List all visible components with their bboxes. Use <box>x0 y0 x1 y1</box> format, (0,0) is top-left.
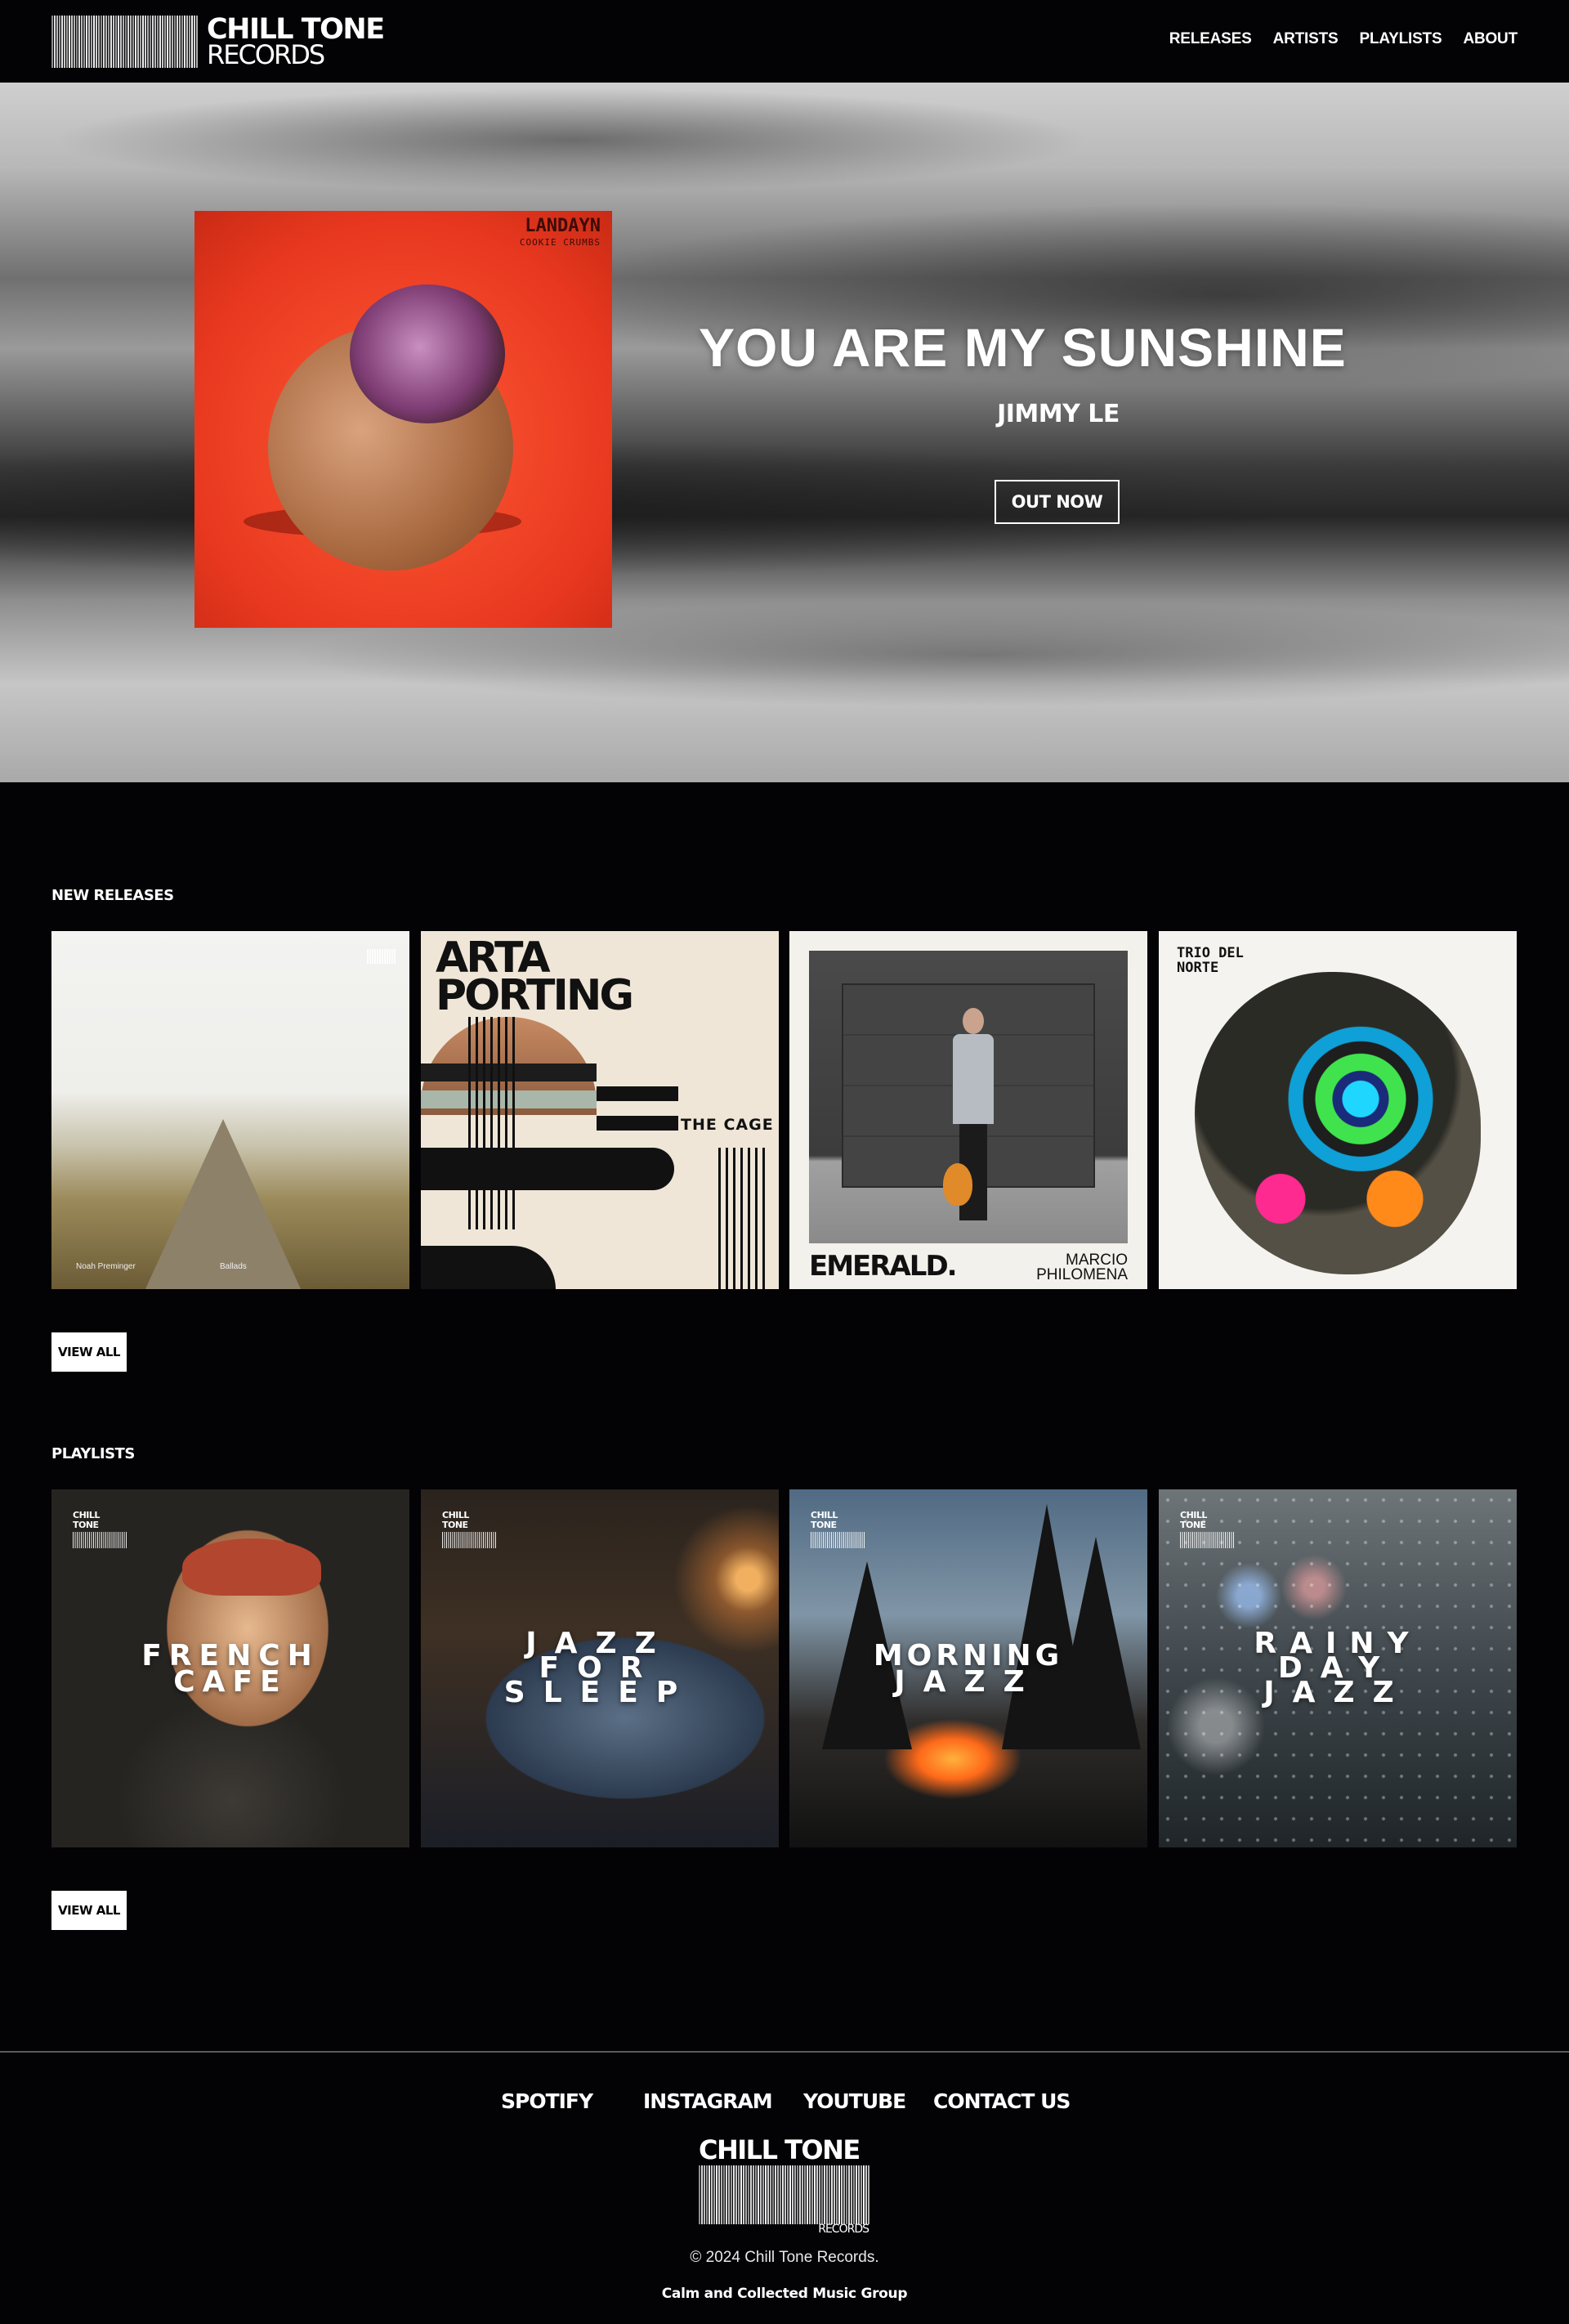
main-nav: RELEASES ARTISTS PLAYLISTS ABOUT <box>1169 30 1518 48</box>
footer-link-contact[interactable]: CONTACT US <box>933 2089 1071 2113</box>
view-all-releases-button[interactable]: VIEW ALL <box>51 1332 127 1372</box>
copyright-text: © 2024 Chill Tone Records. <box>690 2249 879 2266</box>
hero-title: YOU ARE MY SUNSHINE <box>699 317 1347 378</box>
line-pattern <box>468 1017 516 1229</box>
release-artist: TRIO DEL NORTE <box>1177 945 1244 976</box>
label-logo-icon <box>367 949 396 964</box>
footer-brand-name: CHILL TONE <box>699 2134 860 2165</box>
release-title: Ballads <box>220 1262 247 1271</box>
barcode-logo-icon <box>442 1532 496 1548</box>
footer-link-youtube[interactable]: YOUTUBE <box>803 2089 906 2113</box>
stripe-band <box>597 1086 678 1101</box>
release-card-trio-del-norte[interactable]: TRIO DEL NORTE <box>1159 931 1517 1289</box>
barcode-logo-icon <box>51 16 199 68</box>
playlist-title: JAZZ FOR SLEEP <box>503 1627 696 1709</box>
playlist-logo: CHILL TONE <box>73 1511 127 1548</box>
nav-about[interactable]: ABOUT <box>1463 30 1518 48</box>
black-bar <box>421 1148 674 1190</box>
barcode-logo-icon <box>699 2165 870 2224</box>
footer-logo[interactable]: CHILL TONE RECORDS <box>697 2136 872 2238</box>
footer-divider <box>0 2051 1569 2053</box>
site-header: CHILL TONE RECORDS RELEASES ARTISTS PLAY… <box>0 0 1569 83</box>
cover-album-name: COOKIE CRUMBS <box>519 237 601 248</box>
footer-link-spotify[interactable]: SPOTIFY <box>501 2089 593 2113</box>
black-arch <box>421 1246 556 1289</box>
playlist-logo: CHILL TONE <box>1180 1511 1234 1548</box>
playlist-title: FRENCH CAFE <box>141 1639 320 1699</box>
playlist-card-jazz-for-sleep[interactable]: CHILL TONE JAZZ FOR SLEEP <box>421 1489 779 1847</box>
line-pattern <box>718 1148 769 1289</box>
release-card-arta-porting[interactable]: ARTA PORTING THE CAGE <box>421 931 779 1289</box>
footer-link-instagram[interactable]: INSTAGRAM <box>643 2089 773 2113</box>
nav-playlists[interactable]: PLAYLISTS <box>1359 30 1442 48</box>
hero-banner: LANDAYN COOKIE CRUMBS YOU ARE MY SUNSHIN… <box>0 83 1569 782</box>
playlist-title: RAINY DAY JAZZ <box>1254 1627 1422 1709</box>
playlist-logo: CHILL TONE <box>811 1511 865 1548</box>
barcode-logo-icon <box>811 1532 865 1548</box>
brand-logo[interactable]: CHILL TONE RECORDS <box>51 15 395 69</box>
release-card-ballads[interactable]: Noah Preminger Ballads <box>51 931 409 1289</box>
playlists-heading: PLAYLISTS <box>51 1445 135 1462</box>
playlist-card-rainy-day-jazz[interactable]: CHILL TONE RAINY DAY JAZZ <box>1159 1489 1517 1847</box>
cookie-filling <box>350 284 505 423</box>
new-releases-heading: NEW RELEASES <box>51 887 174 904</box>
playlist-title: MORNING JAZZ <box>873 1639 1064 1699</box>
artist-photo <box>809 951 1128 1243</box>
brand-subname: RECORDS <box>207 39 325 70</box>
nav-releases[interactable]: RELEASES <box>1169 30 1252 48</box>
guitar-icon <box>943 1163 972 1206</box>
beret-shape <box>182 1538 321 1596</box>
barcode-logo-icon <box>1180 1532 1234 1548</box>
tagline-text: Calm and Collected Music Group <box>661 2286 908 2302</box>
release-title: EMERALD. <box>809 1250 958 1283</box>
abstract-painting <box>1195 972 1481 1274</box>
cover-artist-name: LANDAYN <box>525 216 601 236</box>
guitarist-figure <box>943 1008 995 1225</box>
release-subtitle: THE CAGE <box>681 1116 774 1134</box>
release-artist: Noah Preminger <box>76 1262 136 1271</box>
release-card-emerald[interactable]: EMERALD. MARCIO PHILOMENA <box>789 931 1147 1289</box>
footer-links: SPOTIFY INSTAGRAM YOUTUBE CONTACT US <box>0 2089 1569 2119</box>
barcode-logo-icon <box>73 1532 127 1548</box>
playlist-card-morning-jazz[interactable]: CHILL TONE MORNING JAZZ <box>789 1489 1147 1847</box>
nav-artists[interactable]: ARTISTS <box>1273 30 1339 48</box>
playlist-card-french-cafe[interactable]: CHILL TONE FRENCH CAFE <box>51 1489 409 1847</box>
hero-album-cover[interactable]: LANDAYN COOKIE CRUMBS <box>194 211 612 628</box>
release-artist: MARCIO PHILOMENA <box>1036 1252 1128 1283</box>
view-all-playlists-button[interactable]: VIEW ALL <box>51 1891 127 1930</box>
out-now-button[interactable]: OUT NOW <box>995 480 1120 524</box>
playlist-logo: CHILL TONE <box>442 1511 496 1548</box>
footer-brand-subname: RECORDS <box>818 2223 869 2236</box>
stripe-band <box>597 1116 678 1131</box>
release-title: ARTA PORTING <box>436 934 634 1020</box>
hero-artist: JIMMY LE <box>997 400 1120 428</box>
